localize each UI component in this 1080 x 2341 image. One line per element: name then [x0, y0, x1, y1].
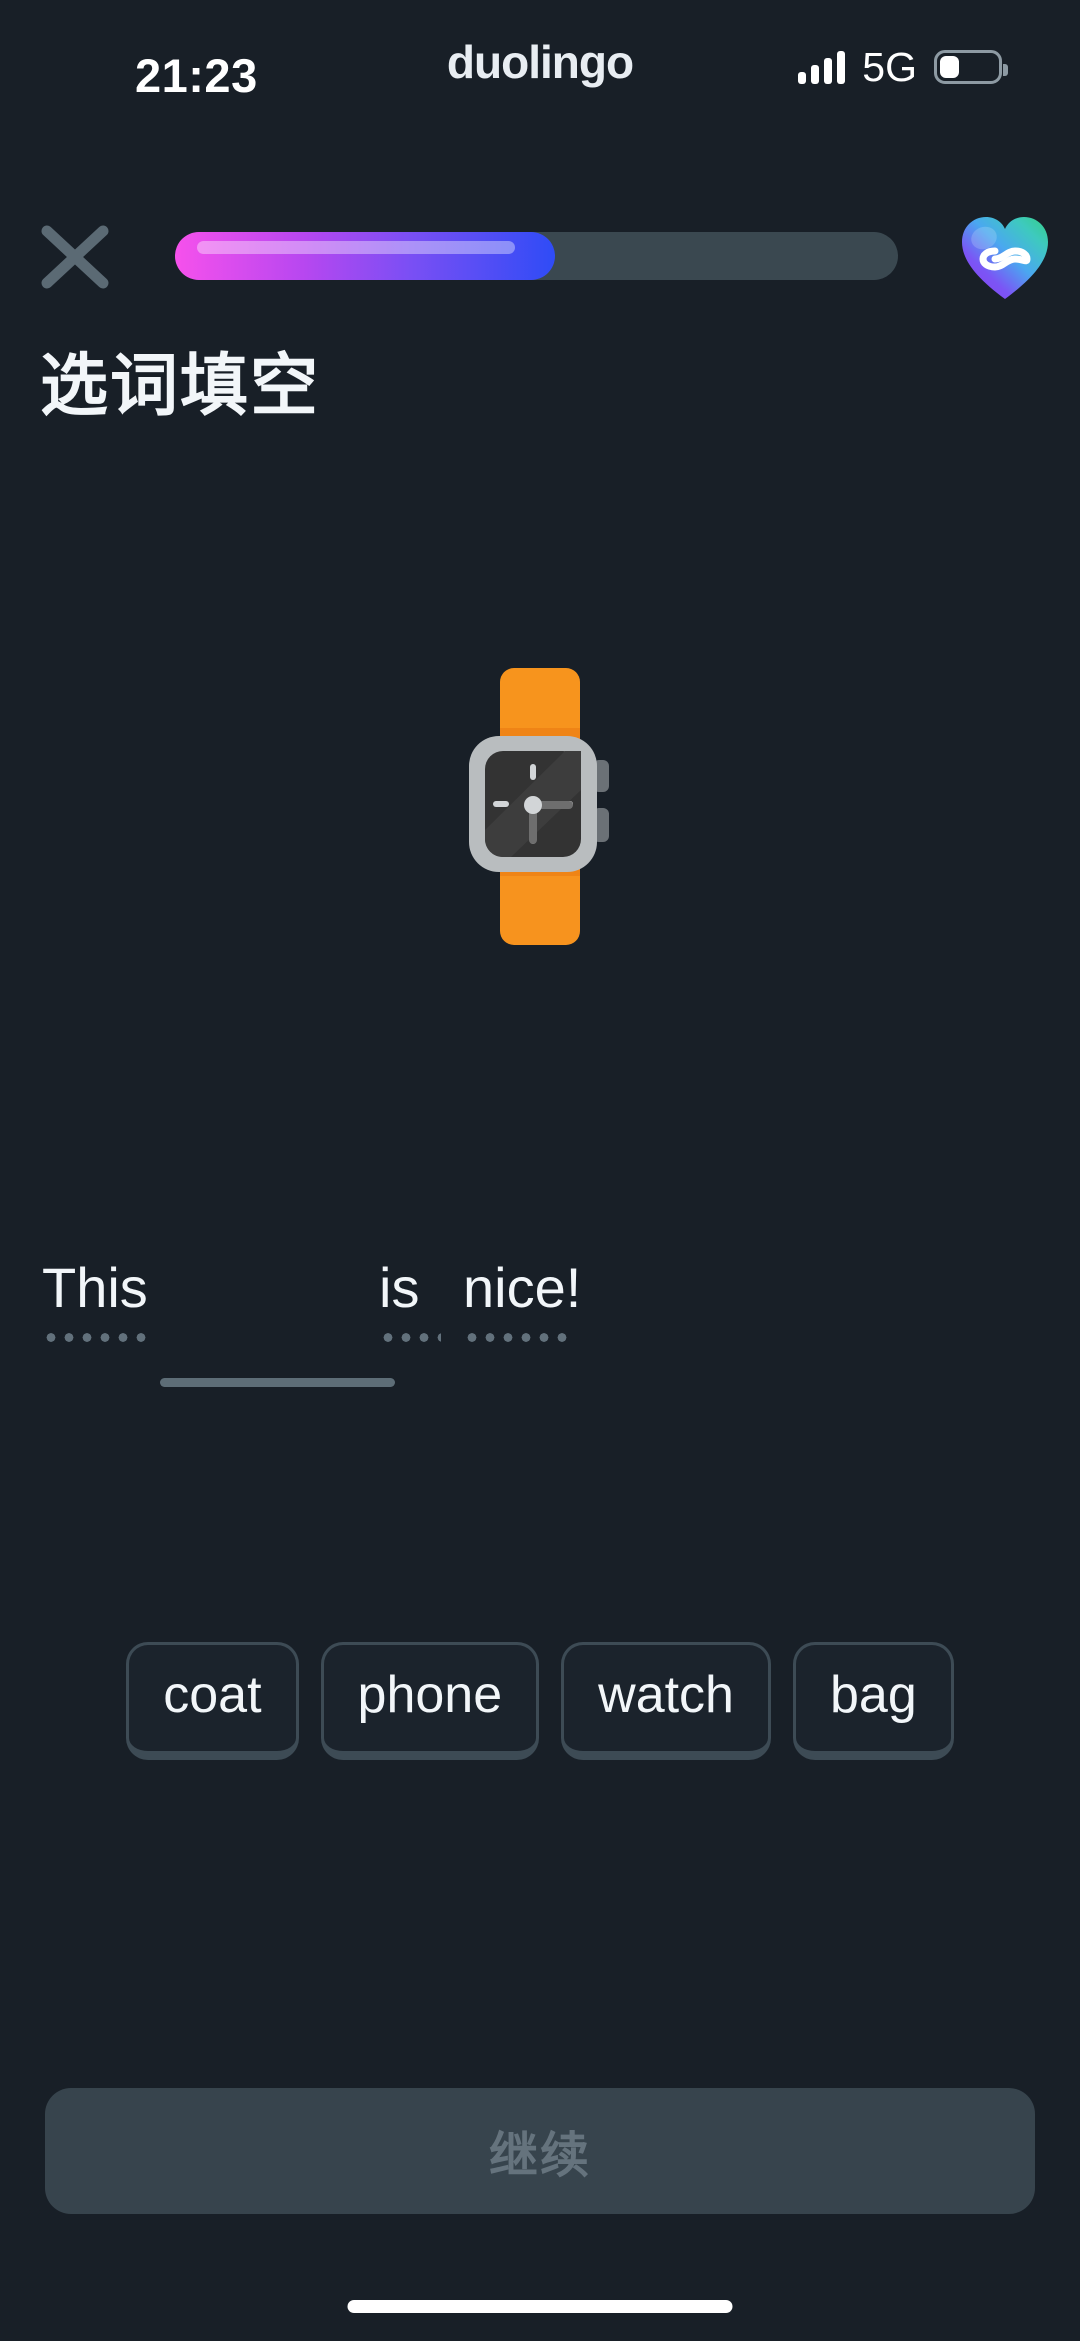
sentence-word-nice[interactable]: nice! — [463, 1255, 581, 1320]
word-bank: coat phone watch bag — [0, 1642, 1080, 1760]
word-option-label: coat — [163, 1666, 262, 1724]
exercise-sentence: This is nice! — [42, 1255, 1042, 1435]
lesson-header — [0, 215, 1080, 315]
sentence-word-this[interactable]: This — [42, 1255, 148, 1320]
status-bar-indicators: 5G — [798, 43, 1008, 90]
hint-underline-is — [379, 1333, 441, 1342]
duolingo-lesson-screen: 21:23 duolingo 5G 选词填空 This is nice! coa… — [0, 0, 1080, 2341]
close-icon[interactable] — [33, 215, 117, 299]
word-option-bag[interactable]: bag — [792, 1642, 954, 1760]
answer-blank-line[interactable] — [160, 1378, 395, 1387]
sentence-word-is[interactable]: is — [379, 1255, 419, 1320]
status-bar: 21:23 duolingo 5G — [0, 0, 1080, 130]
continue-button-label: 继续 — [488, 2128, 591, 2183]
cellular-signal-icon — [798, 50, 846, 84]
hint-underline-nice — [463, 1333, 575, 1342]
network-type-label: 5G — [862, 43, 917, 90]
hint-underline-this — [42, 1333, 154, 1342]
lesson-progress-fill — [175, 232, 555, 280]
progress-gloss — [197, 241, 515, 254]
word-option-label: phone — [357, 1666, 503, 1724]
lesson-progress-bar — [175, 232, 898, 280]
word-option-label: bag — [829, 1666, 917, 1724]
word-option-watch[interactable]: watch — [561, 1642, 771, 1760]
heart-infinity-icon[interactable] — [957, 211, 1053, 307]
word-option-coat[interactable]: coat — [126, 1642, 299, 1760]
word-option-phone[interactable]: phone — [320, 1642, 540, 1760]
battery-icon — [934, 50, 1008, 84]
continue-button[interactable]: 继续 — [45, 2088, 1035, 2214]
wristwatch-illustration — [0, 650, 1080, 960]
home-indicator — [347, 2300, 733, 2313]
page-title: 选词填空 — [40, 348, 321, 424]
word-option-label: watch — [598, 1666, 734, 1724]
